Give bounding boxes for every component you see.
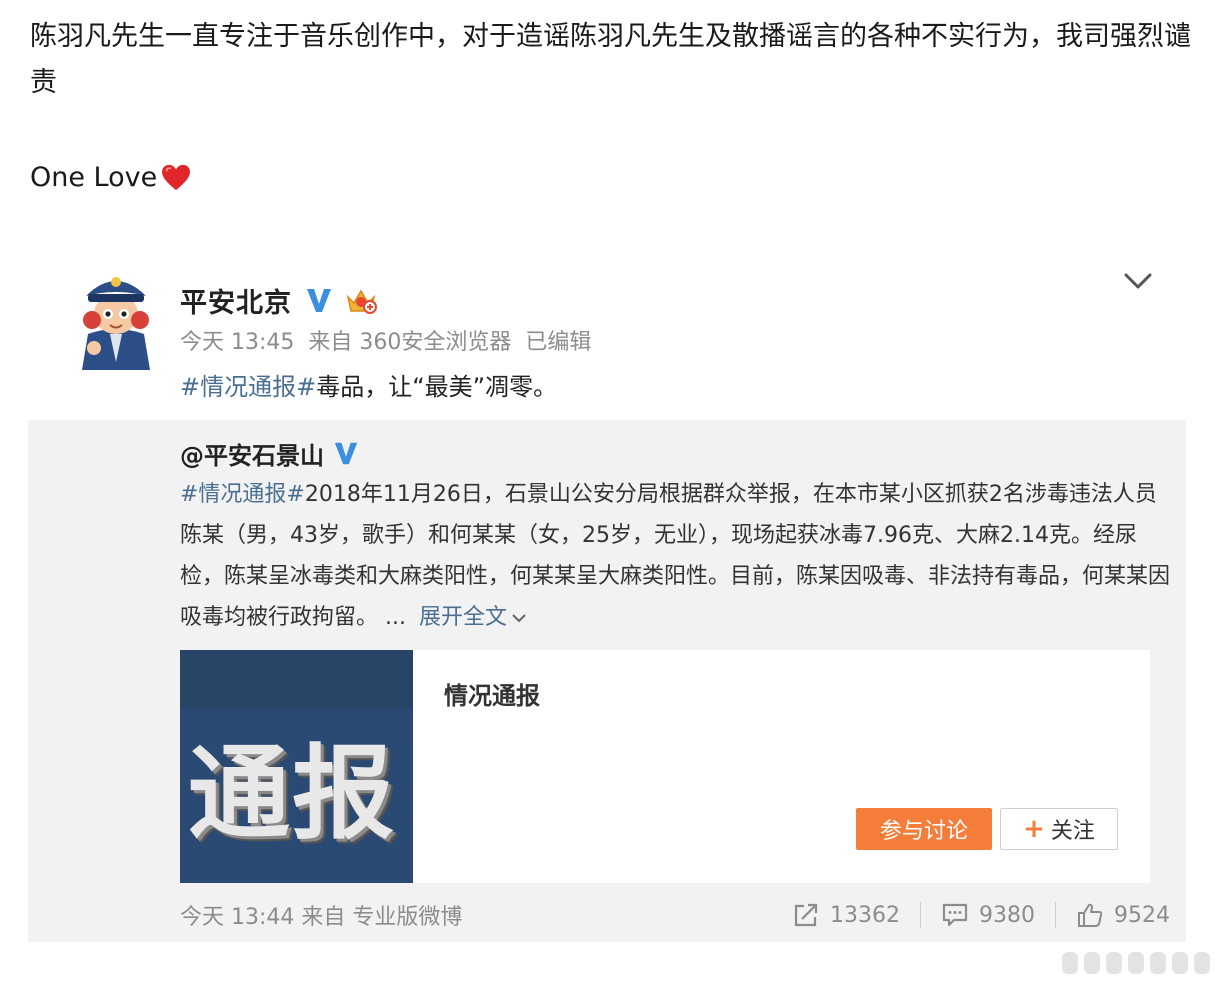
comment-count: 9380 bbox=[979, 902, 1035, 928]
repost-count-button[interactable]: 13362 bbox=[792, 902, 900, 928]
watermark-bar bbox=[1084, 952, 1100, 974]
statement-text: 陈羽凡先生一直专注于音乐创作中，对于造谣陈羽凡先生及散播谣言的各种不实行为，我司… bbox=[30, 21, 1191, 98]
thumbs-up-icon bbox=[1078, 903, 1103, 927]
sign-off: One Love bbox=[30, 158, 191, 198]
like-count-button[interactable]: 9524 bbox=[1076, 902, 1170, 928]
repost-count: 13362 bbox=[830, 902, 900, 928]
crown-badge-icon bbox=[346, 289, 377, 314]
post-source[interactable]: 来自 360安全浏览器 bbox=[308, 330, 511, 355]
join-discussion-button[interactable]: 参与讨论 bbox=[856, 808, 992, 850]
watermark-bar bbox=[1194, 952, 1210, 974]
post-time[interactable]: 今天 13:45 bbox=[180, 330, 294, 355]
avatar[interactable] bbox=[70, 262, 162, 372]
topic-card[interactable]: 通报 情况通报 参与讨论 + 关注 bbox=[180, 650, 1150, 883]
repost-author-row: @平安石景山 bbox=[180, 436, 360, 470]
repost-footer: 今天 13:44 来自 专业版微博 13362 9380 9524 bbox=[180, 898, 1170, 932]
chevron-down-icon bbox=[512, 614, 526, 623]
verified-v-icon bbox=[334, 442, 358, 465]
divider bbox=[920, 902, 921, 928]
topic-title[interactable]: 情况通报 bbox=[444, 676, 540, 711]
sign-off-text: One Love bbox=[30, 162, 158, 193]
repost-time-source: 今天 13:44 来自 专业版微博 bbox=[180, 905, 463, 930]
post-body: 毒品，让“最美”凋零。 bbox=[316, 373, 558, 401]
topic-thumbnail[interactable]: 通报 bbox=[180, 650, 413, 883]
comment-icon bbox=[942, 903, 968, 927]
follow-label: 关注 bbox=[1050, 819, 1095, 844]
repost-text: #情况通报#2018年11月26日，石景山公安分局根据群众举报，在本市某小区抓获… bbox=[180, 474, 1170, 638]
post-edited: 已编辑 bbox=[525, 330, 592, 355]
repost-author-name[interactable]: @平安石景山 bbox=[180, 436, 324, 471]
verified-v-icon bbox=[307, 289, 331, 312]
watermark-bar bbox=[1062, 952, 1078, 974]
share-icon bbox=[794, 903, 818, 927]
expand-full-text-link[interactable]: 展开全文 bbox=[419, 605, 527, 630]
post-hashtag-link[interactable]: #情况通报# bbox=[180, 373, 316, 401]
post-author-row: 平安北京 bbox=[180, 280, 378, 320]
repost-ellipsis: ... bbox=[385, 605, 406, 630]
watermark-bar bbox=[1106, 952, 1122, 974]
repost-box: @平安石景山 #情况通报#2018年11月26日，石景山公安分局根据群众举报，在… bbox=[28, 420, 1186, 942]
plus-icon: + bbox=[1023, 814, 1045, 844]
repost-body: 2018年11月26日，石景山公安分局根据群众举报，在本市某小区抓获2名涉毒违法… bbox=[180, 482, 1171, 630]
post-text: #情况通报#毒品，让“最美”凋零。 bbox=[180, 368, 557, 406]
follow-button[interactable]: + 关注 bbox=[1000, 808, 1118, 850]
like-count: 9524 bbox=[1114, 902, 1170, 928]
expand-label: 展开全文 bbox=[419, 605, 508, 630]
watermark-bar bbox=[1150, 952, 1166, 974]
heart-icon bbox=[162, 164, 191, 191]
chevron-down-icon[interactable] bbox=[1122, 268, 1154, 294]
thumbnail-stripe bbox=[180, 650, 413, 708]
divider bbox=[1055, 902, 1056, 928]
comment-count-button[interactable]: 9380 bbox=[941, 902, 1035, 928]
post-author-name[interactable]: 平安北京 bbox=[180, 281, 292, 320]
post-meta: 今天 13:45 来自 360安全浏览器 已编辑 bbox=[180, 326, 605, 360]
watermark-bar bbox=[1128, 952, 1144, 974]
watermark bbox=[1062, 948, 1210, 978]
thumbnail-text: 通报 bbox=[188, 735, 396, 854]
repost-hashtag-link[interactable]: #情况通报# bbox=[180, 482, 305, 507]
watermark-bar bbox=[1172, 952, 1188, 974]
